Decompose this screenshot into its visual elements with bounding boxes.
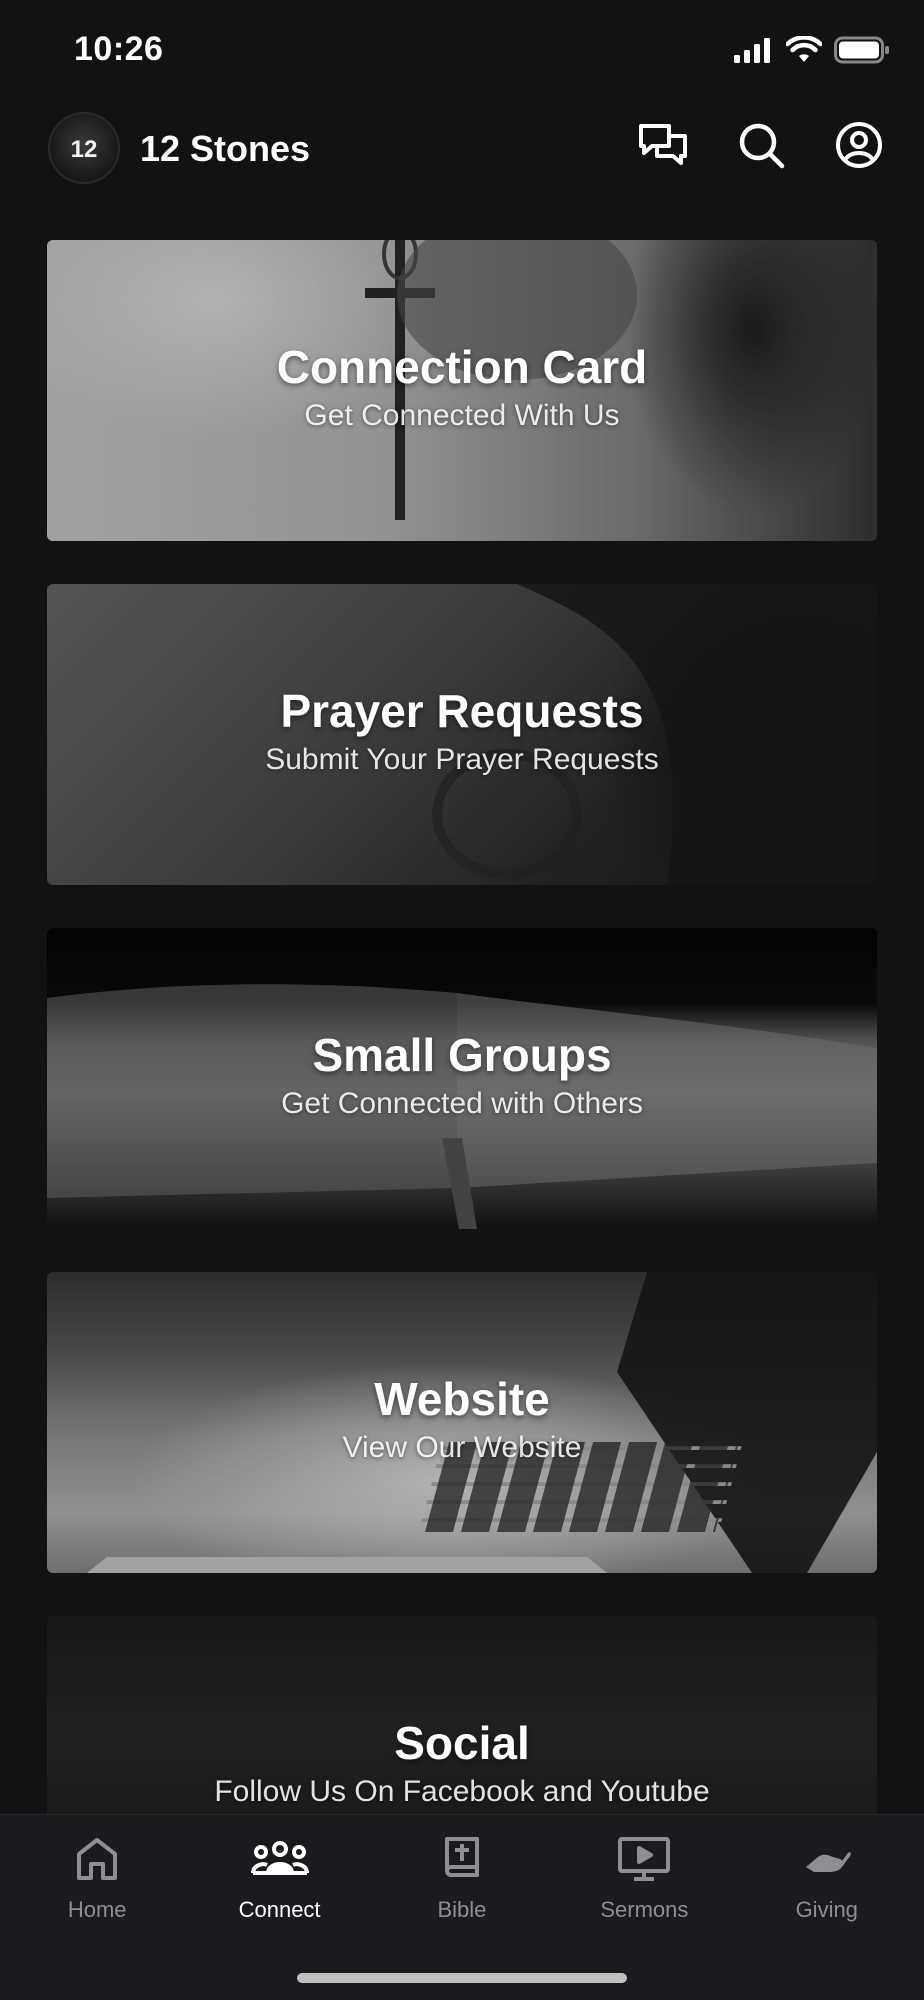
app-header: 12 12 Stones	[0, 108, 924, 188]
card-subtitle: Follow Us On Facebook and Youtube	[214, 1774, 710, 1808]
card-title: Connection Card	[276, 341, 648, 393]
tab-label: Sermons	[600, 1897, 689, 1922]
tab-label: Giving	[795, 1897, 858, 1922]
messages-button[interactable]	[636, 120, 690, 174]
tab-giving[interactable]: Giving	[737, 1815, 917, 1935]
card-subtitle: Get Connected with Others	[281, 1086, 643, 1120]
tab-label: Bible	[437, 1897, 487, 1922]
home-indicator	[297, 1973, 627, 1983]
card-subtitle: Get Connected With Us	[304, 398, 620, 432]
wifi-icon	[786, 36, 822, 64]
search-button[interactable]	[734, 120, 788, 174]
tab-label: Home	[67, 1897, 127, 1922]
bottom-tab-bar: Home Connect Bible Sermons Giving	[0, 1814, 924, 2000]
cellular-signal-icon	[734, 37, 774, 63]
header-actions	[636, 120, 886, 174]
status-bar: 10:26	[0, 0, 924, 100]
messages-icon	[638, 122, 688, 173]
play-screen-icon	[617, 1833, 671, 1885]
card-subtitle: Submit Your Prayer Requests	[265, 742, 659, 776]
card-subtitle: View Our Website	[342, 1430, 582, 1464]
people-icon	[250, 1833, 309, 1885]
tab-sermons[interactable]: Sermons	[554, 1815, 734, 1935]
tab-bible[interactable]: Bible	[372, 1815, 552, 1935]
card-title: Small Groups	[312, 1029, 612, 1081]
connect-screen: 10:26 12 12 Stones Connection Card Get C…	[0, 0, 924, 2000]
home-icon	[75, 1833, 119, 1885]
tab-label: Connect	[238, 1897, 321, 1922]
card-title: Social	[394, 1717, 530, 1769]
website-card[interactable]: Website View Our Website	[47, 1272, 877, 1573]
tab-connect[interactable]: Connect	[190, 1815, 370, 1935]
card-title: Website	[374, 1373, 550, 1425]
bible-icon	[442, 1833, 482, 1885]
profile-icon	[835, 121, 883, 174]
logo-text: 12	[70, 136, 98, 163]
small-groups-card[interactable]: Small Groups Get Connected with Others	[47, 928, 877, 1229]
card-title: Prayer Requests	[280, 685, 644, 737]
status-time: 10:26	[74, 30, 164, 68]
battery-icon	[834, 36, 890, 64]
search-icon	[737, 121, 785, 174]
connection-card[interactable]: Connection Card Get Connected With Us	[47, 240, 877, 541]
church-logo[interactable]: 12	[48, 112, 120, 184]
status-icons	[734, 36, 890, 64]
tab-home[interactable]: Home	[7, 1815, 187, 1935]
profile-button[interactable]	[832, 120, 886, 174]
giving-hand-icon	[802, 1833, 852, 1885]
connect-card-list: Connection Card Get Connected With Us Pr…	[47, 240, 877, 1960]
app-title: 12 Stones	[140, 128, 311, 169]
prayer-requests-card[interactable]: Prayer Requests Submit Your Prayer Reque…	[47, 584, 877, 885]
